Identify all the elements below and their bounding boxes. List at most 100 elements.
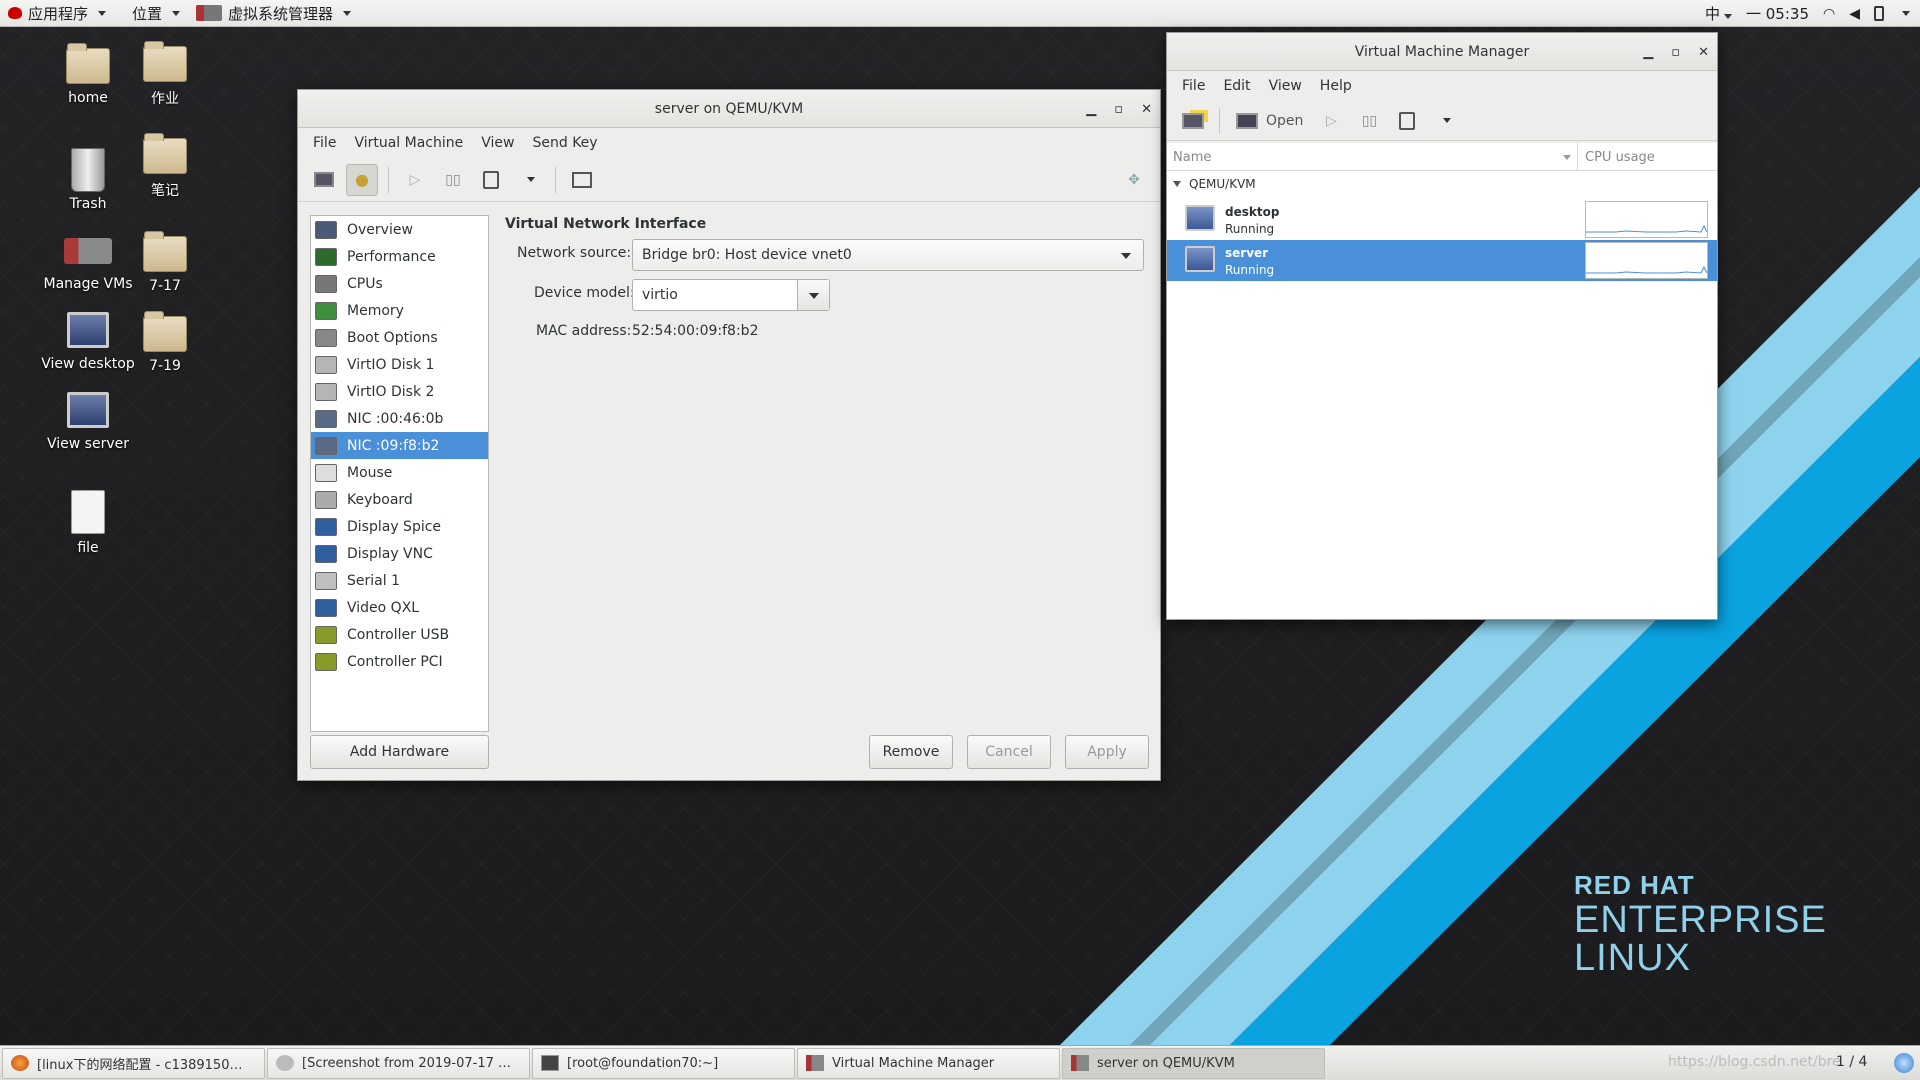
input-method[interactable]: 中 — [1705, 3, 1732, 24]
hardware-item-label: Performance — [347, 248, 436, 265]
virt-manager-icon — [806, 1055, 824, 1071]
shutdown-button[interactable] — [1391, 105, 1423, 137]
task-terminal[interactable]: [root@foundation70:~] — [532, 1047, 795, 1079]
desktop-icon-folder[interactable]: 7-17 — [105, 231, 225, 294]
hardware-item[interactable]: VirtIO Disk 1 — [311, 351, 488, 378]
resize-button[interactable]: ✥ — [1118, 164, 1150, 196]
task-server-console[interactable]: server on QEMU/KVM — [1062, 1047, 1325, 1079]
close-icon[interactable]: ✕ — [1141, 102, 1152, 117]
open-button[interactable]: Open — [1230, 105, 1309, 137]
battery-icon[interactable] — [1874, 6, 1884, 21]
details-titlebar[interactable]: server on QEMU/KVM ▁ ▫ ✕ — [298, 90, 1160, 128]
wifi-icon[interactable]: ◠ — [1823, 6, 1835, 22]
desktop-icon-view-server[interactable]: View server — [28, 392, 148, 452]
menu-edit[interactable]: Edit — [1214, 78, 1259, 94]
video-icon — [315, 598, 337, 617]
minimize-icon[interactable]: ▁ — [1086, 102, 1096, 117]
app-menu[interactable]: 虚拟系统管理器 — [188, 0, 359, 27]
taskbar: [linux下的网络配置 - c1389150… [Screenshot fro… — [0, 1045, 1920, 1080]
hardware-item[interactable]: Controller PCI — [311, 648, 488, 675]
sort-chevron-icon[interactable] — [1563, 155, 1571, 160]
connection-group[interactable]: QEMU/KVM — [1173, 177, 1256, 191]
clock[interactable]: 一 05:35 — [1746, 3, 1809, 24]
hardware-item[interactable]: NIC :00:46:0b — [311, 405, 488, 432]
device-model-dropdown-button[interactable] — [797, 280, 829, 310]
task-screenshot[interactable]: [Screenshot from 2019-07-17 … — [267, 1047, 530, 1079]
hardware-item[interactable]: Display VNC — [311, 540, 488, 567]
boot-options-icon — [315, 328, 337, 347]
minimize-icon[interactable]: ▁ — [1643, 45, 1653, 60]
shutdown-menu-button[interactable] — [1429, 105, 1461, 137]
details-button[interactable]: ● — [346, 163, 378, 196]
hardware-item[interactable]: Mouse — [311, 459, 488, 486]
applications-menu[interactable]: 应用程序 — [0, 0, 114, 27]
menu-view[interactable]: View — [1260, 78, 1311, 94]
apply-button[interactable]: Apply — [1065, 735, 1149, 769]
vm-row[interactable]: server Running — [1167, 240, 1717, 281]
column-header-cpu[interactable]: CPU usage — [1585, 150, 1655, 165]
menu-virtual-machine[interactable]: Virtual Machine — [345, 135, 472, 151]
hardware-item[interactable]: CPUs — [311, 270, 488, 297]
shutdown-menu-button[interactable] — [513, 164, 545, 196]
details-toolbar: ● ▷ ▯▯ ✥ — [298, 158, 1160, 202]
vm-row[interactable]: desktop Running — [1167, 199, 1717, 240]
new-vm-icon — [1182, 112, 1204, 129]
power-icon — [1399, 111, 1416, 130]
hardware-item[interactable]: Boot Options — [311, 324, 488, 351]
task-vmm[interactable]: Virtual Machine Manager — [797, 1047, 1060, 1079]
device-model-combo[interactable]: virtio — [632, 279, 830, 311]
menu-help[interactable]: Help — [1311, 78, 1361, 94]
run-button[interactable]: ▷ — [1315, 105, 1347, 137]
expander-icon[interactable] — [1173, 181, 1181, 187]
system-menu-chevron-icon[interactable] — [1902, 11, 1910, 16]
hardware-item[interactable]: Memory — [311, 297, 488, 324]
remove-button[interactable]: Remove — [869, 735, 953, 769]
hardware-item[interactable]: VirtIO Disk 2 — [311, 378, 488, 405]
maximize-icon[interactable]: ▫ — [1114, 102, 1123, 117]
hardware-item[interactable]: Performance — [311, 243, 488, 270]
chevron-down-icon — [1121, 253, 1131, 259]
chevron-down-icon — [1724, 14, 1732, 19]
menu-file[interactable]: File — [304, 135, 345, 151]
desktop-icon-folder[interactable]: 7-19 — [105, 311, 225, 374]
pause-button[interactable]: ▯▯ — [1353, 105, 1385, 137]
desktop-icon-folder[interactable]: 作业 — [105, 41, 225, 108]
hardware-list[interactable]: Overview Performance CPUs Memory Boot Option… — [310, 215, 489, 732]
cancel-button[interactable]: Cancel — [967, 735, 1051, 769]
hardware-item[interactable]: Keyboard — [311, 486, 488, 513]
task-label: [root@foundation70:~] — [567, 1055, 719, 1071]
folder-icon — [143, 133, 187, 174]
desktop-icon-folder[interactable]: 笔记 — [105, 133, 225, 200]
vmm-titlebar[interactable]: Virtual Machine Manager ▁ ▫ ✕ — [1167, 33, 1717, 71]
hardware-item[interactable]: Overview — [311, 216, 488, 243]
watermark: https://blog.csdn.net/bre — [1668, 1054, 1841, 1070]
hardware-item[interactable]: Serial 1 — [311, 567, 488, 594]
menu-send-key[interactable]: Send Key — [523, 135, 606, 151]
shutdown-button[interactable] — [475, 164, 507, 196]
task-browser[interactable]: [linux下的网络配置 - c1389150… — [2, 1047, 265, 1079]
workspace-indicator[interactable]: 1 / 4 — [1836, 1054, 1867, 1070]
redhat-branding: RED HAT ENTERPRISE LINUX — [1574, 870, 1827, 977]
hardware-item[interactable]: Controller USB — [311, 621, 488, 648]
run-button[interactable]: ▷ — [399, 164, 431, 196]
column-header-name[interactable]: Name — [1173, 150, 1211, 165]
pause-button[interactable]: ▯▯ — [437, 164, 469, 196]
add-hardware-button[interactable]: Add Hardware — [310, 735, 489, 769]
chevron-down-icon — [1443, 118, 1452, 123]
maximize-icon[interactable]: ▫ — [1671, 45, 1680, 60]
task-label: Virtual Machine Manager — [832, 1055, 995, 1071]
hardware-item[interactable]: Video QXL — [311, 594, 488, 621]
desktop-icon-file[interactable]: file — [28, 490, 148, 556]
new-vm-button[interactable] — [1177, 105, 1209, 137]
places-menu[interactable]: 位置 — [124, 0, 188, 27]
network-source-select[interactable]: Bridge br0: Host device vnet0 — [632, 239, 1144, 271]
hardware-item[interactable]: NIC :09:f8:b2 — [311, 432, 488, 459]
close-icon[interactable]: ✕ — [1698, 45, 1709, 60]
console-button[interactable] — [308, 164, 340, 196]
hardware-item[interactable]: Display Spice — [311, 513, 488, 540]
fullscreen-button[interactable] — [566, 164, 598, 196]
menu-file[interactable]: File — [1173, 78, 1214, 94]
notification-icon[interactable] — [1894, 1053, 1914, 1073]
menu-view[interactable]: View — [472, 135, 523, 151]
volume-icon[interactable]: ◀ — [1849, 6, 1860, 22]
